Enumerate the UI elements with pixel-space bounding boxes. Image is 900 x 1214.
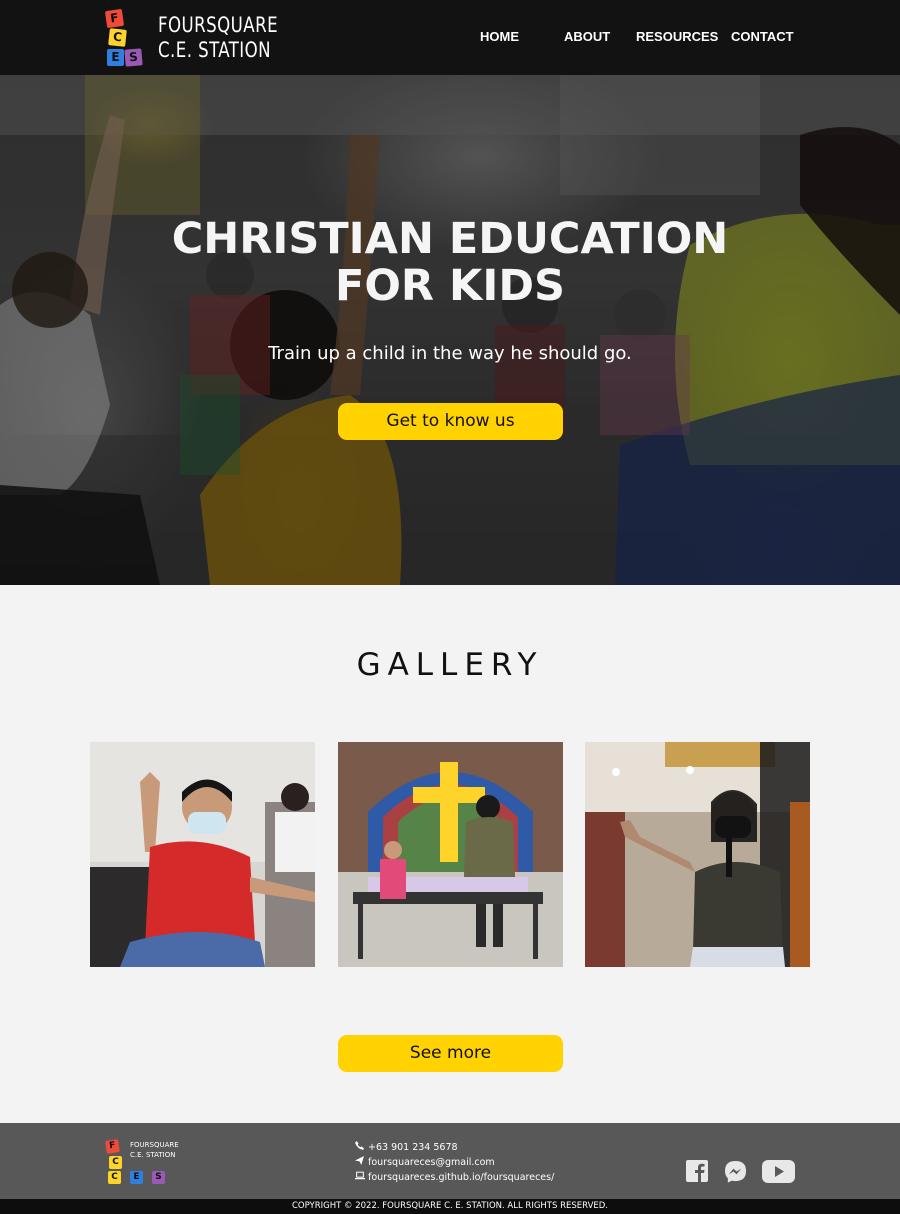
- laptop-icon: [355, 1170, 368, 1185]
- gallery-photo-2[interactable]: [338, 742, 563, 967]
- nav-links: HOME ABOUT RESOURCES CONTACT: [0, 29, 900, 47]
- see-more-button[interactable]: See more: [338, 1035, 563, 1072]
- hero-title: CHRISTIAN EDUCATION FOR KIDS: [0, 216, 900, 310]
- gallery-photo-3[interactable]: [585, 742, 810, 967]
- hero-title-line-1: CHRISTIAN EDUCATION: [171, 214, 729, 264]
- footer-logo[interactable]: F C C E S FOURSQUARE C.E. STATION: [105, 1138, 185, 1186]
- paper-plane-icon: [355, 1155, 368, 1170]
- messenger-icon[interactable]: [724, 1160, 747, 1188]
- footer-logo-block-c2: C: [108, 1171, 121, 1184]
- gallery-photo-1[interactable]: [90, 742, 315, 967]
- youtube-icon[interactable]: [762, 1160, 795, 1188]
- gallery-title: GALLERY: [356, 647, 544, 683]
- contact-email-row: foursquareces@gmail.com: [355, 1155, 554, 1170]
- nav-resources-link[interactable]: RESOURCES: [636, 29, 718, 44]
- footer-logo-line-1: FOURSQUARE: [130, 1141, 179, 1149]
- contact-website-row: foursquareces.github.io/foursquareces/: [355, 1170, 554, 1185]
- logo-block-e: E: [107, 49, 124, 66]
- hero-section: CHRISTIAN EDUCATION FOR KIDS Train up a …: [0, 75, 900, 585]
- site-footer: F C C E S FOURSQUARE C.E. STATION +63 90…: [0, 1123, 900, 1199]
- contact-email[interactable]: foursquareces@gmail.com: [368, 1157, 495, 1168]
- logo-block-f: F: [104, 8, 125, 29]
- man-at-stained-glass-cross-photo: [338, 742, 563, 967]
- top-navbar: F C E S FOURSQUARE C.E. STATION HOME ABO…: [0, 0, 900, 75]
- copyright-bar: COPYRIGHT © 2022. FOURSQUARE C. E. STATI…: [0, 1199, 900, 1214]
- footer-logo-block-f: F: [105, 1139, 120, 1154]
- nav-home-link[interactable]: HOME: [480, 29, 519, 44]
- contact-website[interactable]: foursquareces.github.io/foursquareces/: [368, 1172, 554, 1183]
- logo-block-s: S: [124, 48, 143, 67]
- hero-overlay: [0, 75, 900, 585]
- footer-logo-line-2: C.E. STATION: [130, 1151, 176, 1159]
- contact-phone[interactable]: +63 901 234 5678: [368, 1142, 458, 1153]
- footer-logo-block-e: E: [130, 1171, 143, 1184]
- hero-subtitle: Train up a child in the way he should go…: [268, 343, 632, 364]
- contact-info: +63 901 234 5678 foursquareces@gmail.com…: [355, 1140, 554, 1185]
- contact-phone-row: +63 901 234 5678: [355, 1140, 554, 1155]
- hero-title-line-2: FOR KIDS: [335, 261, 565, 311]
- facebook-icon[interactable]: [686, 1160, 708, 1187]
- nav-about-link[interactable]: ABOUT: [564, 29, 610, 44]
- footer-logo-block-s: S: [152, 1171, 165, 1184]
- woman-with-microphone-photo: [585, 742, 810, 967]
- phone-icon: [355, 1140, 368, 1155]
- get-to-know-us-button[interactable]: Get to know us: [338, 403, 563, 440]
- footer-logo-block-c: C: [109, 1156, 122, 1169]
- boy-raising-hand-photo: [90, 742, 315, 967]
- footer-logo-wordmark: FOURSQUARE C.E. STATION: [130, 1140, 179, 1160]
- nav-contact-link[interactable]: CONTACT: [731, 29, 794, 44]
